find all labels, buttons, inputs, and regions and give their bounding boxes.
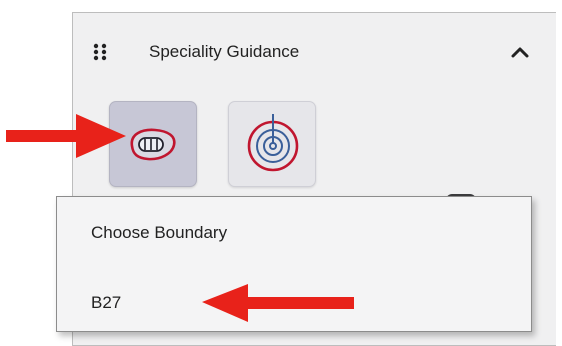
drag-handle-icon[interactable] [93, 43, 107, 61]
target-icon [247, 114, 299, 172]
dropdown-header: Choose Boundary [91, 223, 228, 242]
chevron-up-icon[interactable] [510, 45, 530, 59]
target-tool-button[interactable] [228, 101, 316, 187]
panel-header[interactable]: Speciality Guidance [73, 13, 556, 87]
annotation-arrow-right-icon [6, 114, 126, 158]
annotation-arrow-left-icon [202, 284, 354, 322]
screenshot-stage: Speciality Guidance Choose Boundary B27 [0, 0, 562, 346]
panel-title: Speciality Guidance [149, 42, 300, 61]
option-label: B27 [91, 293, 122, 312]
